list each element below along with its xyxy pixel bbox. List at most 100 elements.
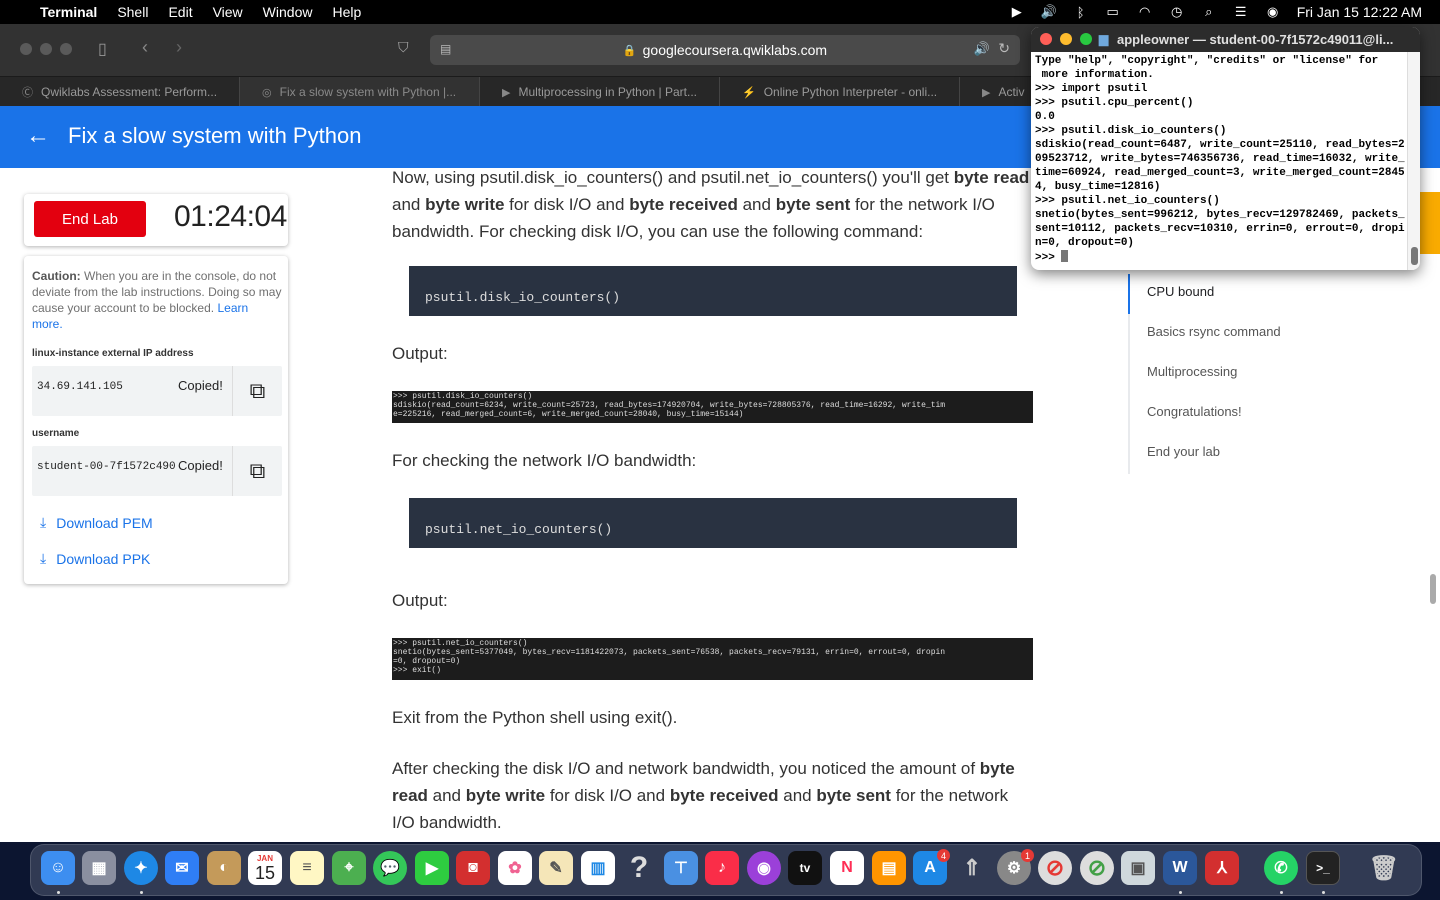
keynote-icon[interactable]: ⊤ [664,851,698,885]
messages-icon[interactable]: 💬 [373,851,407,885]
wifi-icon[interactable]: ◠ [1137,4,1153,20]
reader-icon[interactable]: ▤ [440,42,451,56]
rocket-icon[interactable]: ⇑ [955,851,989,885]
audio-playing-icon[interactable]: 🔊 [974,41,990,57]
calendar-month: JAN [256,853,273,863]
tab-label: Online Python Interpreter - onli... [763,85,938,99]
whatsapp-icon[interactable]: ✆ [1264,851,1298,885]
contacts-icon[interactable]: ◐ [207,851,241,885]
toc-multiprocessing[interactable]: Multiprocessing [1147,364,1237,379]
generic-app-icon[interactable]: ▣ [1121,851,1155,885]
help-icon[interactable]: ? [622,851,656,885]
tab-fix-slow-system[interactable]: ◎ Fix a slow system with Python |... [240,77,480,107]
siri-icon[interactable]: ◉ [1265,4,1281,20]
copy-icon[interactable]: ⧉ [232,446,282,496]
tab-label: Fix a slow system with Python |... [279,85,457,99]
blocked-app-icon[interactable]: ⊘ [1038,851,1072,885]
tab-online-python[interactable]: ⚡ Online Python Interpreter - onli... [720,77,960,107]
preview-icon[interactable]: ✎ [539,851,573,885]
news-icon[interactable]: N [830,851,864,885]
bold-text: byte sent [775,195,851,214]
toc-cpu-bound[interactable]: CPU bound [1147,284,1214,299]
menu-edit[interactable]: Edit [168,4,192,20]
end-lab-button[interactable]: End Lab [34,201,146,237]
menu-datetime[interactable]: Fri Jan 15 12:22 AM [1297,4,1422,20]
photos-icon[interactable]: ✿ [498,851,532,885]
volume-icon[interactable]: 🔊 [1041,4,1057,20]
toc-rsync[interactable]: Basics rsync command [1147,324,1281,339]
terminal-text: Type "help", "copyright", "credits" or "… [1035,55,1405,264]
search-icon[interactable]: ⌕ [1201,4,1217,20]
menu-help[interactable]: Help [332,4,361,20]
apple-tv-icon[interactable]: tv [788,851,822,885]
paragraph-exit: Exit from the Python shell using exit(). [392,708,678,727]
address-bar[interactable]: ▤ 🔒 googlecoursera.qwiklabs.com 🔊 ↻ [430,35,1020,65]
menu-view[interactable]: View [213,4,243,20]
url-text: googlecoursera.qwiklabs.com [642,42,828,58]
maps-icon[interactable]: ⌖ [332,851,366,885]
books-icon[interactable]: ▤ [872,851,906,885]
terminal-scrollbar[interactable] [1407,52,1420,270]
tab-multiprocessing[interactable]: ▶ Multiprocessing in Python | Part... [480,77,720,107]
running-dot [1179,891,1182,894]
username-value[interactable]: student-00-7f1572c49011 [37,461,175,473]
word-icon[interactable]: W [1163,851,1197,885]
minimize-window-icon[interactable] [40,43,52,55]
notes-icon[interactable]: ≡ [290,851,324,885]
photo-booth-icon[interactable]: ◙ [456,851,490,885]
blocked-app-green-icon[interactable]: ⊘ [1080,851,1114,885]
terminal-output[interactable]: Type "help", "copyright", "credits" or "… [1035,54,1407,270]
reload-icon[interactable]: ↻ [998,40,1010,57]
facetime-icon[interactable]: ▶ [415,851,449,885]
control-center-icon[interactable]: ☰ [1233,4,1249,20]
terminal-titlebar[interactable]: ▆ appleowner — student-00-7f1572c49011@l… [1031,27,1420,52]
numbers-icon[interactable]: ▥ [581,851,615,885]
acrobat-icon[interactable]: ⅄ [1205,851,1239,885]
text: for disk I/O and [545,786,670,805]
code-net-io[interactable]: psutil.net_io_counters() [409,498,1017,548]
terminal-icon[interactable]: >_ [1306,851,1340,885]
running-dot [1280,891,1283,894]
close-icon[interactable] [1040,33,1052,45]
tab-qwiklabs-assessment[interactable]: Ⓒ Qwiklabs Assessment: Perform... [0,77,240,107]
side-tab[interactable] [1418,192,1440,254]
tab-activ[interactable]: ▶ Activ [960,77,1040,107]
minimize-icon[interactable] [1060,33,1072,45]
bluetooth-icon[interactable]: ᛒ [1073,5,1089,20]
tab-label: Multiprocessing in Python | Part... [518,85,697,99]
terminal-scroll-thumb[interactable] [1411,247,1418,265]
copy-icon[interactable]: ⧉ [232,366,282,416]
menu-app-name[interactable]: Terminal [40,4,97,20]
close-window-icon[interactable] [20,43,32,55]
toc-congratulations[interactable]: Congratulations! [1147,404,1242,419]
safari-icon[interactable]: ✦ [124,851,158,885]
page-scrollbar[interactable] [1430,574,1436,604]
calendar-icon[interactable]: JAN 15 [248,851,282,885]
mail-icon[interactable]: ✉ [165,851,199,885]
back-icon[interactable]: ‹ [142,37,148,58]
finder-icon[interactable]: ☺ [41,851,75,885]
menu-window[interactable]: Window [263,4,313,20]
clock-icon[interactable]: ◷ [1169,4,1185,20]
trash-icon[interactable]: 🗑 [1367,851,1401,885]
paragraph-network: For checking the network I/O bandwidth: [392,451,697,470]
forward-icon[interactable]: › [176,37,182,58]
back-arrow-icon[interactable]: ← [26,122,50,150]
code-disk-io[interactable]: psutil.disk_io_counters() [409,266,1017,316]
toc-end-lab[interactable]: End your lab [1147,444,1220,459]
play-icon[interactable]: ▶ [1009,4,1025,20]
calendar-day: 15 [254,862,276,883]
podcasts-icon[interactable]: ◉ [747,851,781,885]
launchpad-icon[interactable]: ▦ [82,851,116,885]
music-icon[interactable]: ♪ [705,851,739,885]
battery-icon[interactable]: ▭ [1105,4,1121,20]
zoom-window-icon[interactable] [60,43,72,55]
download-pem-link[interactable]: ⤓ Download PEM [40,514,153,531]
shield-icon[interactable]: ⛉ [398,39,409,56]
bold-text: byte sent [816,786,891,805]
ip-value[interactable]: 34.69.141.105 [37,381,175,393]
sidebar-icon[interactable]: ▯ [98,39,107,59]
menu-shell[interactable]: Shell [117,4,148,20]
download-ppk-link[interactable]: ⤓ Download PPK [40,550,150,567]
zoom-icon[interactable] [1080,33,1092,45]
